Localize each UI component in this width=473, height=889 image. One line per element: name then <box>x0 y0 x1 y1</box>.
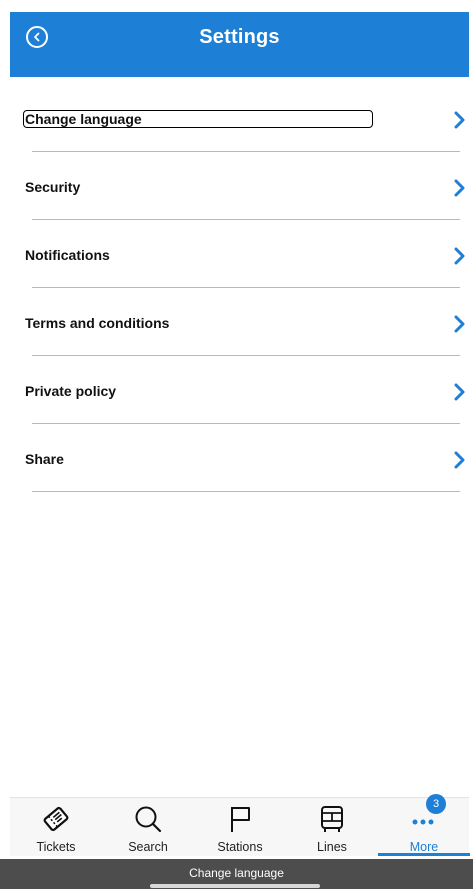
tab-label: Lines <box>317 840 347 854</box>
settings-item-change-language[interactable]: Change language <box>0 92 473 160</box>
settings-item-label: Security <box>25 179 81 195</box>
settings-item-label: Share <box>25 451 64 467</box>
tab-search[interactable]: Search <box>102 798 194 856</box>
settings-item-label: Private policy <box>25 383 117 399</box>
divider <box>32 491 460 492</box>
header-bar: Settings <box>10 12 469 77</box>
magnifier-icon <box>102 804 194 834</box>
chevron-right-icon <box>454 179 465 197</box>
more-dots-icon <box>378 804 470 834</box>
settings-list: Change language Security Notifications T… <box>0 92 473 500</box>
flag-icon <box>194 804 286 834</box>
divider <box>32 151 460 152</box>
settings-item-security[interactable]: Security <box>0 160 473 228</box>
divider <box>32 219 460 220</box>
tab-label: Tickets <box>36 840 76 854</box>
tab-more[interactable]: 3 More <box>378 794 470 856</box>
settings-item-notifications[interactable]: Notifications <box>0 228 473 296</box>
tab-label: Search <box>128 840 168 854</box>
settings-item-terms[interactable]: Terms and conditions <box>0 296 473 364</box>
settings-item-share[interactable]: Share <box>0 432 473 500</box>
active-tab-indicator <box>378 853 470 856</box>
page-title: Settings <box>199 26 280 48</box>
chevron-right-icon <box>454 383 465 401</box>
chevron-right-icon <box>454 111 465 129</box>
divider <box>32 355 460 356</box>
accessibility-caption-bar: Change language <box>0 859 473 889</box>
tab-stations[interactable]: Stations <box>194 798 286 856</box>
settings-item-label: Terms and conditions <box>25 315 170 331</box>
settings-item-label: Change language <box>23 110 373 128</box>
bottom-tab-bar: Tickets Search Stations Lines 3 More <box>10 794 470 856</box>
bus-icon <box>286 804 378 834</box>
tab-label: Stations <box>217 840 263 854</box>
home-indicator[interactable] <box>150 884 320 888</box>
chevron-right-icon <box>454 451 465 469</box>
divider <box>32 423 460 424</box>
settings-item-label: Notifications <box>25 247 110 263</box>
tab-label: More <box>409 840 439 854</box>
caption-text: Change language <box>189 866 284 880</box>
tab-tickets[interactable]: Tickets <box>10 798 102 856</box>
notification-badge: 3 <box>426 794 446 814</box>
chevron-right-icon <box>454 315 465 333</box>
tab-lines[interactable]: Lines <box>286 798 378 856</box>
chevron-right-icon <box>454 247 465 265</box>
divider <box>32 287 460 288</box>
ticket-icon <box>10 804 102 834</box>
settings-item-private-policy[interactable]: Private policy <box>0 364 473 432</box>
